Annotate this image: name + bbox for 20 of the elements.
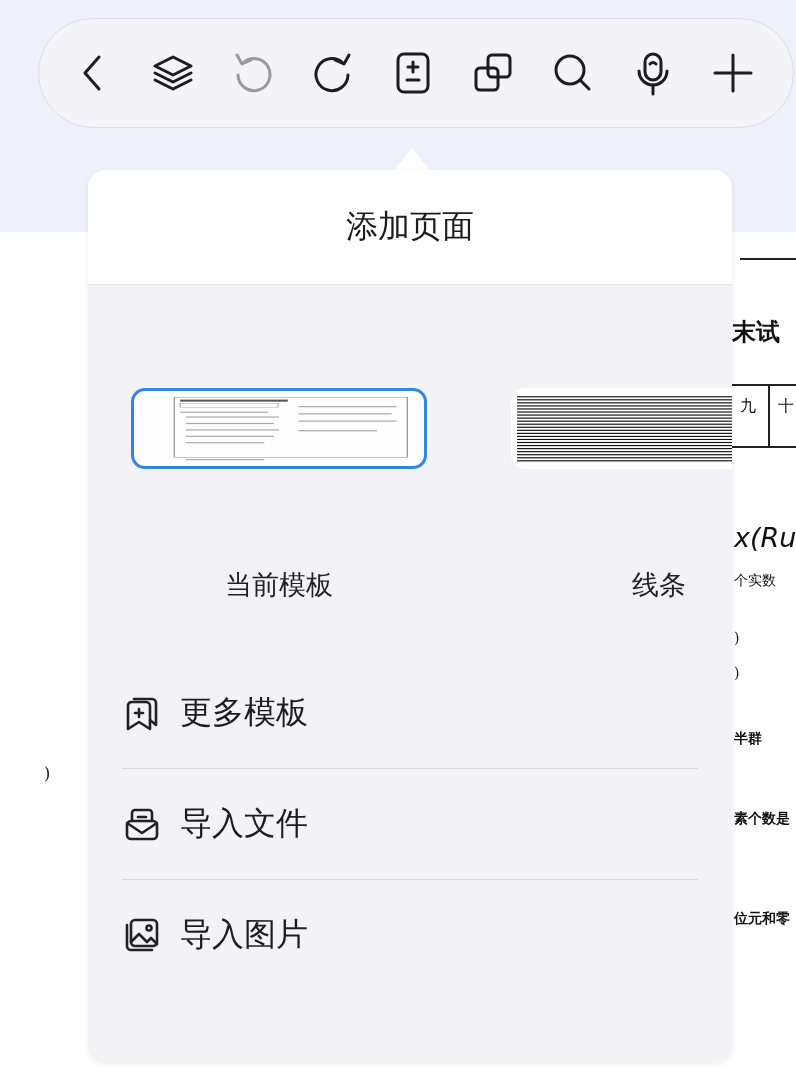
- popover-title: 添加页面: [346, 206, 474, 247]
- menu-item[interactable]: 导入图片: [122, 880, 698, 990]
- lined-paper-icon: [517, 394, 732, 463]
- document-text: ): [44, 764, 51, 783]
- document-text: ): [734, 630, 740, 646]
- document-text: 素个数是: [734, 810, 790, 828]
- menu-item[interactable]: 导入文件: [122, 769, 698, 879]
- template-label: 线条: [632, 568, 686, 602]
- document-text: 半群: [734, 730, 762, 748]
- template-thumbnail[interactable]: [511, 388, 732, 469]
- document-text: 位元和零: [734, 910, 790, 928]
- table-cell: 十: [778, 396, 794, 417]
- document-heading: 末试: [732, 317, 780, 348]
- template-thumbnail[interactable]: [131, 388, 427, 469]
- handwriting: x(Ru: [734, 522, 796, 553]
- menu-item[interactable]: 更多模板: [122, 658, 698, 768]
- document-text: 个实数: [734, 572, 776, 590]
- template-label: 当前模板: [225, 568, 333, 602]
- table-cell: 九: [740, 396, 756, 417]
- document-text: ): [734, 665, 740, 681]
